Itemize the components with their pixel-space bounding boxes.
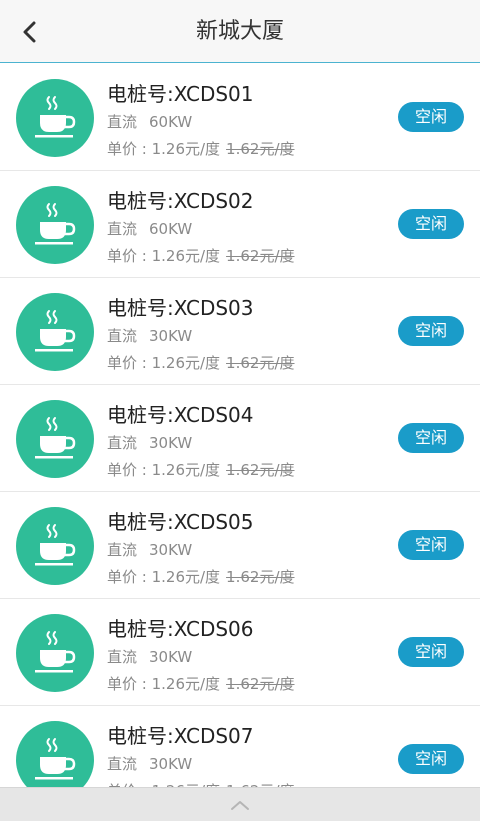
back-button[interactable] (16, 17, 42, 47)
avatar (16, 186, 94, 264)
current-type: 直流 (107, 327, 138, 345)
pile-name: 电桩号:XCDS07 (107, 724, 254, 748)
pile-price: 单价 : 1.26元/度 1.62元/度 (107, 138, 295, 159)
pile-spec: 直流 30KW (107, 325, 192, 346)
unit-price: 单价 : 1.26元/度 (107, 461, 221, 479)
avatar (16, 614, 94, 692)
power-rating: 30KW (149, 541, 193, 559)
coffee-cup-icon (35, 524, 76, 566)
status-badge[interactable]: 空闲 (398, 316, 464, 346)
unit-price: 单价 : 1.26元/度 (107, 140, 221, 158)
pile-name: 电桩号:XCDS04 (107, 403, 254, 427)
avatar (16, 400, 94, 478)
pile-price: 单价 : 1.26元/度 1.62元/度 (107, 352, 295, 373)
pile-spec: 直流 60KW (107, 111, 192, 132)
coffee-cup-icon (35, 203, 76, 245)
current-type: 直流 (107, 434, 138, 452)
power-rating: 30KW (149, 327, 193, 345)
current-type: 直流 (107, 113, 138, 131)
page: 新城大厦 电桩号:XCDS01 直流 60KW 单价 : 1.26元/度 1.62元… (0, 0, 480, 821)
pile-name: 电桩号:XCDS06 (107, 617, 254, 641)
list-item[interactable]: 电桩号:XCDS06 直流 30KW 单价 : 1.26元/度 1.62元/度 空闲 (0, 599, 480, 706)
pile-name: 电桩号:XCDS01 (107, 82, 254, 106)
coffee-cup-icon (35, 310, 76, 352)
list-item[interactable]: 电桩号:XCDS03 直流 30KW 单价 : 1.26元/度 1.62元/度 空闲 (0, 278, 480, 385)
pile-name: 电桩号:XCDS05 (107, 510, 254, 534)
power-rating: 30KW (149, 434, 193, 452)
status-badge[interactable]: 空闲 (398, 637, 464, 667)
coffee-cup-icon (35, 417, 76, 459)
unit-price: 单价 : 1.26元/度 (107, 247, 221, 265)
coffee-cup-icon (35, 96, 76, 138)
page-title: 新城大厦 (195, 19, 284, 44)
pile-name: 电桩号:XCDS02 (107, 189, 254, 213)
charger-list: 电桩号:XCDS01 直流 60KW 单价 : 1.26元/度 1.62元/度 空闲… (0, 64, 480, 813)
pile-spec: 直流 30KW (107, 646, 192, 667)
pile-name: 电桩号:XCDS03 (107, 296, 254, 320)
pile-price: 单价 : 1.26元/度 1.62元/度 (107, 245, 295, 266)
coffee-cup-icon (35, 631, 76, 673)
list-item[interactable]: 电桩号:XCDS01 直流 60KW 单价 : 1.26元/度 1.62元/度 空闲 (0, 64, 480, 171)
chevron-up-icon (231, 800, 249, 810)
avatar (16, 79, 94, 157)
unit-price: 单价 : 1.26元/度 (107, 354, 221, 372)
status-badge[interactable]: 空闲 (398, 530, 464, 560)
status-badge[interactable]: 空闲 (398, 744, 464, 774)
current-type: 直流 (107, 541, 138, 559)
avatar (16, 293, 94, 371)
current-type: 直流 (107, 648, 138, 666)
status-badge[interactable]: 空闲 (398, 102, 464, 132)
pile-price: 单价 : 1.26元/度 1.62元/度 (107, 459, 295, 480)
list-item[interactable]: 电桩号:XCDS05 直流 30KW 单价 : 1.26元/度 1.62元/度 空闲 (0, 492, 480, 599)
chevron-left-icon (23, 21, 36, 43)
original-price: 1.62元/度 (226, 675, 295, 693)
pile-spec: 直流 30KW (107, 432, 192, 453)
pile-spec: 直流 30KW (107, 539, 192, 560)
unit-price: 单价 : 1.26元/度 (107, 568, 221, 586)
pile-spec: 直流 30KW (107, 753, 192, 774)
pile-spec: 直流 60KW (107, 218, 192, 239)
pile-price: 单价 : 1.26元/度 1.62元/度 (107, 673, 295, 694)
original-price: 1.62元/度 (226, 461, 295, 479)
pile-price: 单价 : 1.26元/度 1.62元/度 (107, 566, 295, 587)
list-item[interactable]: 电桩号:XCDS02 直流 60KW 单价 : 1.26元/度 1.62元/度 空闲 (0, 171, 480, 278)
power-rating: 60KW (149, 220, 193, 238)
current-type: 直流 (107, 755, 138, 773)
power-rating: 60KW (149, 113, 193, 131)
original-price: 1.62元/度 (226, 140, 295, 158)
power-rating: 30KW (149, 648, 193, 666)
original-price: 1.62元/度 (226, 247, 295, 265)
power-rating: 30KW (149, 755, 193, 773)
status-badge[interactable]: 空闲 (398, 423, 464, 453)
top-bar: 新城大厦 (0, 0, 480, 63)
list-item[interactable]: 电桩号:XCDS04 直流 30KW 单价 : 1.26元/度 1.62元/度 空闲 (0, 385, 480, 492)
original-price: 1.62元/度 (226, 354, 295, 372)
original-price: 1.62元/度 (226, 568, 295, 586)
current-type: 直流 (107, 220, 138, 238)
pull-up-bar[interactable] (0, 787, 480, 821)
unit-price: 单价 : 1.26元/度 (107, 675, 221, 693)
status-badge[interactable]: 空闲 (398, 209, 464, 239)
coffee-cup-icon (35, 738, 76, 780)
avatar (16, 507, 94, 585)
